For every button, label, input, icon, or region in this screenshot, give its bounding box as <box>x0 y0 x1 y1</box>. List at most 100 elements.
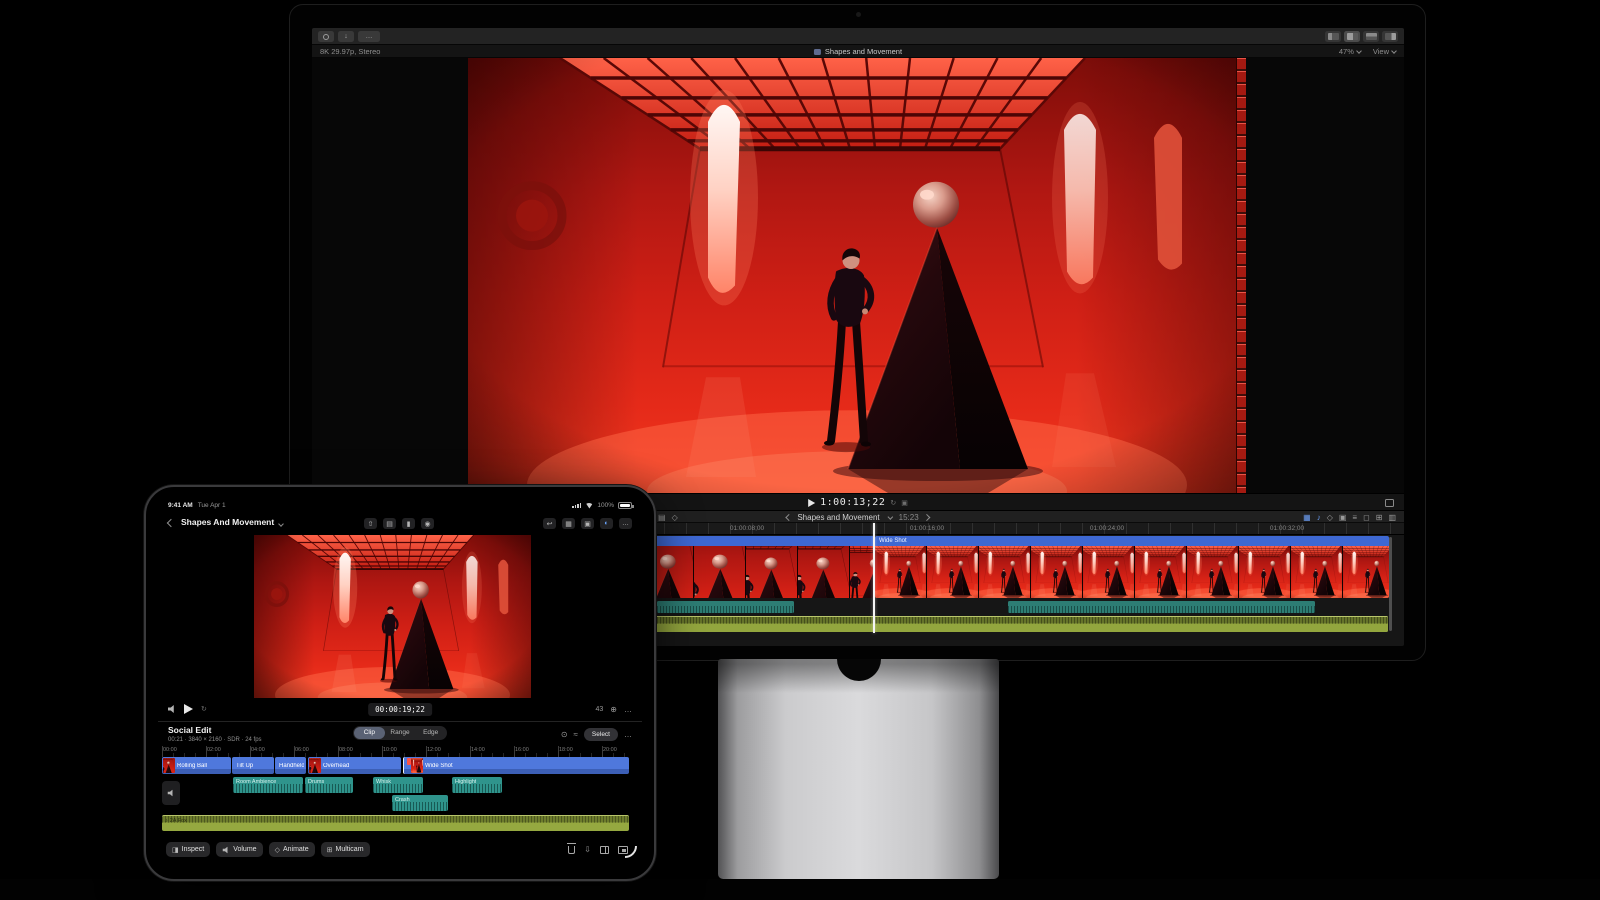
media-icon[interactable] <box>581 518 594 529</box>
browser-layout-icon[interactable] <box>1325 31 1341 42</box>
ruler-label: 20:00 <box>603 747 617 753</box>
audio-clip-whisk[interactable]: Whisk <box>373 777 423 793</box>
chevron-down-icon <box>1391 48 1397 54</box>
view-menu[interactable]: View <box>1373 47 1396 56</box>
effects-browser-icon[interactable] <box>1363 513 1370 522</box>
loop-icon[interactable] <box>890 499 896 507</box>
prev-project-icon[interactable] <box>785 514 792 521</box>
play-icon[interactable] <box>808 499 815 507</box>
format-info: 8K 29.97p, Stereo <box>320 47 380 56</box>
inspect-button[interactable]: Inspect <box>166 842 210 857</box>
layout-icon[interactable] <box>562 518 575 529</box>
timeline-settings-icon[interactable] <box>1388 513 1396 522</box>
tools-icon[interactable] <box>672 513 678 522</box>
clip-tilt-up[interactable]: Tilt Up <box>232 757 274 774</box>
timeline-project-title: Shapes and Movement <box>797 513 879 522</box>
transport-group: 1:00:13;22 <box>808 497 908 508</box>
clip-overhead[interactable]: Overhead <box>308 757 401 774</box>
more-tools-icon[interactable] <box>358 31 380 42</box>
ruler-label: 06:00 <box>295 747 309 753</box>
playback-timecode: 1:00:13;22 <box>820 497 885 508</box>
monitor-stand <box>718 659 999 879</box>
audio-meter-icon[interactable] <box>901 499 908 507</box>
audio-clip[interactable] <box>1008 601 1315 613</box>
mode-range[interactable]: Range <box>385 727 416 739</box>
loop-icon[interactable] <box>201 705 207 713</box>
index-icon[interactable] <box>658 513 666 522</box>
clip-handheld[interactable]: Handheld <box>275 757 306 774</box>
inspector-layout-icon[interactable] <box>1382 31 1398 42</box>
clip-wide-shot[interactable]: Wide Shot <box>403 757 629 774</box>
play-button[interactable] <box>184 704 193 714</box>
recents-icon[interactable] <box>318 31 334 42</box>
playhead[interactable] <box>873 523 875 633</box>
animate-button[interactable]: Animate <box>269 842 315 857</box>
split-icon[interactable] <box>600 846 609 854</box>
speaker-icon <box>223 846 230 853</box>
appearance-icon[interactable] <box>1352 513 1357 522</box>
audio-clip[interactable] <box>657 601 794 613</box>
audio-skimming-icon[interactable] <box>1317 513 1321 522</box>
ruler-label: 04:00 <box>251 747 265 753</box>
skimming-icon[interactable] <box>1303 513 1311 522</box>
audio-clip-highlight[interactable]: Highlight <box>452 777 502 793</box>
delete-icon[interactable] <box>568 846 575 854</box>
undo-icon[interactable] <box>543 518 556 529</box>
trim-icon[interactable] <box>574 730 578 739</box>
corner-handle[interactable] <box>625 846 637 858</box>
chevron-down-icon <box>888 514 894 520</box>
download-icon[interactable] <box>584 845 591 854</box>
music-track[interactable]: 2A Fox <box>162 815 629 831</box>
music-track[interactable] <box>642 616 1388 632</box>
zoom-icon[interactable] <box>610 705 617 714</box>
back-icon[interactable] <box>167 519 175 527</box>
clip-name: Room Ambience <box>236 779 276 785</box>
viewer-title: Shapes and Movement <box>825 47 902 56</box>
timeline-clip-wide-shot[interactable]: Wide Shot <box>875 536 1389 598</box>
track-header[interactable] <box>162 781 180 805</box>
audio-meter-icon[interactable] <box>168 705 176 713</box>
audio-clip-drums[interactable]: Drums <box>305 777 353 793</box>
viewer-video <box>468 58 1246 493</box>
volume-button[interactable]: Volume <box>216 842 262 857</box>
solo-icon[interactable] <box>1327 513 1333 522</box>
audio-clip-room-ambience[interactable]: Room Ambience <box>233 777 303 793</box>
timeline-scrollbar[interactable] <box>1389 537 1392 631</box>
mic-icon[interactable] <box>402 518 415 529</box>
timeline-more-icon[interactable] <box>624 730 632 739</box>
record-icon[interactable] <box>421 518 434 529</box>
zoom-level[interactable]: 43 <box>596 706 604 713</box>
clip-rolling-ball[interactable]: Rolling Ball <box>162 757 231 774</box>
ruler-label: 14:00 <box>471 747 485 753</box>
share-icon[interactable] <box>364 518 377 529</box>
clip-name: Rolling Ball <box>177 763 207 769</box>
timeline-project-switcher[interactable]: Shapes and Movement 15:23 <box>786 513 929 522</box>
media-browser-icon[interactable] <box>383 518 396 529</box>
desk-shadow <box>0 879 1600 900</box>
multicam-button[interactable]: Multicam <box>321 842 370 857</box>
edit-tools: Select <box>561 728 632 741</box>
timeline-clip[interactable] <box>642 536 874 598</box>
project-info: Social Edit 00:21 · 3840 × 2160 · SDR · … <box>168 725 262 743</box>
project-title[interactable]: Shapes And Movement <box>181 517 274 527</box>
mode-edge[interactable]: Edge <box>415 727 446 739</box>
next-project-icon[interactable] <box>924 514 931 521</box>
more-options-icon[interactable] <box>619 518 632 529</box>
connect-icon[interactable] <box>561 730 568 739</box>
import-icon[interactable] <box>338 31 354 42</box>
ruler-label: 08:00 <box>339 747 353 753</box>
fcp-ipad-screen: 9:41 AM Tue Apr 1 100% Shapes And Moveme… <box>158 499 642 867</box>
fullscreen-icon[interactable] <box>1385 499 1394 507</box>
viewer-more-icon[interactable] <box>624 705 632 714</box>
zoom-menu[interactable]: 47% <box>1339 47 1361 56</box>
viewer-layout-icon[interactable] <box>1344 31 1360 42</box>
title-menu-icon[interactable] <box>278 521 284 527</box>
display-options-icon[interactable] <box>600 518 613 529</box>
select-button[interactable]: Select <box>584 728 618 741</box>
ipad-timeline-ruler[interactable]: 00:00 02:00 04:00 06:00 08:00 10:00 12:0… <box>158 746 625 757</box>
timeline-layout-icon[interactable] <box>1363 31 1379 42</box>
snapping-icon[interactable] <box>1339 513 1347 522</box>
transitions-browser-icon[interactable] <box>1376 513 1383 522</box>
audio-clip-crash[interactable]: Crash <box>392 795 448 811</box>
mode-clip[interactable]: Clip <box>354 727 385 739</box>
